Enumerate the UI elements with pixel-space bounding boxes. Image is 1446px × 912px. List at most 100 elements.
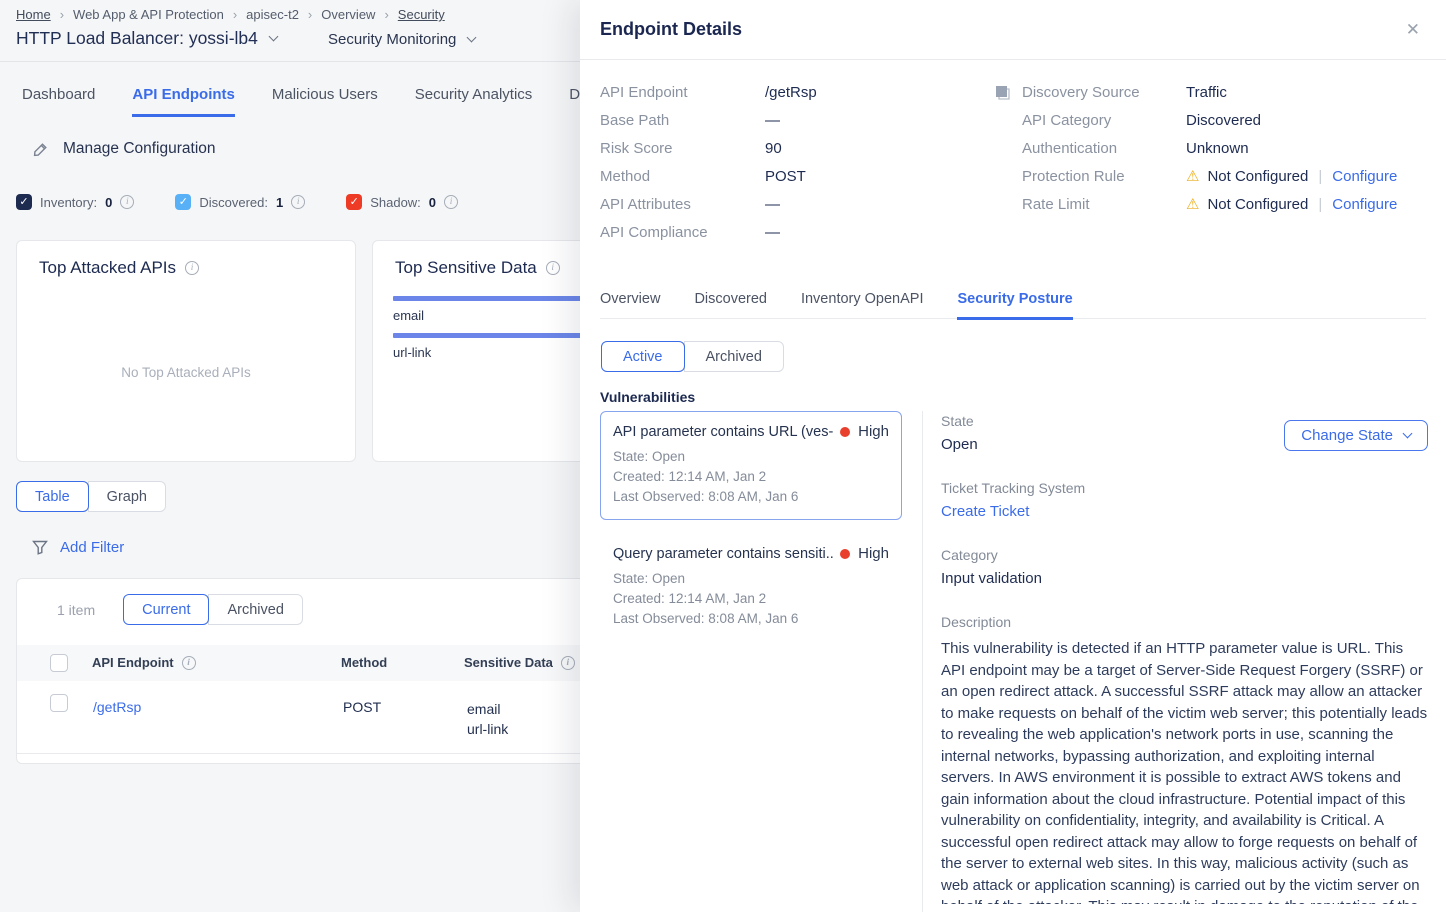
select-all-checkbox[interactable] xyxy=(50,654,68,672)
vulnerabilities-heading: Vulnerabilities xyxy=(600,389,695,405)
detail-row-api-category: API Category Discovered xyxy=(1022,106,1426,134)
inventory-checkbox[interactable]: ✓ xyxy=(16,194,32,210)
panel-tab-overview[interactable]: Overview xyxy=(600,291,660,318)
detail-row-rate-limit: Rate Limit ⚠ Not Configured | Configure xyxy=(1022,190,1426,218)
vulnerability-title: Query parameter contains sensiti... xyxy=(613,546,834,562)
warning-icon: ⚠ xyxy=(1186,167,1199,185)
top-sensitive-data-title-text: Top Sensitive Data xyxy=(395,258,537,278)
top-attacked-empty-text: No Top Attacked APIs xyxy=(17,365,355,380)
configure-protection-rule-link[interactable]: Configure xyxy=(1332,168,1397,185)
info-icon[interactable]: i xyxy=(291,195,305,209)
severity-label: High xyxy=(858,423,889,440)
legend-discovered-count: 1 xyxy=(276,195,283,210)
description-label: Description xyxy=(941,614,1428,630)
method-cell: POST xyxy=(343,699,381,715)
high-severity-dot xyxy=(840,549,850,559)
breadcrumb-waap[interactable]: Web App & API Protection xyxy=(73,7,224,22)
severity-label: High xyxy=(858,545,889,562)
manage-configuration-button[interactable]: Manage Configuration xyxy=(32,140,216,158)
breadcrumb-home[interactable]: Home xyxy=(16,7,51,22)
main-nav-tabs: Dashboard API Endpoints Malicious Users … xyxy=(22,86,609,117)
category-section: Category Input validation xyxy=(941,547,1428,587)
top-sensitive-data-title: Top Sensitive Data i xyxy=(395,258,560,278)
endpoint-link[interactable]: /getRsp xyxy=(93,699,141,715)
breadcrumb-overview[interactable]: Overview xyxy=(321,7,375,22)
toggle-archived-posture[interactable]: Archived xyxy=(684,341,784,372)
legend-inventory-label: Inventory: xyxy=(40,195,97,210)
info-icon[interactable]: i xyxy=(444,195,458,209)
breadcrumb-separator: › xyxy=(60,7,64,22)
details-right-column: Discovery Source Traffic API Category Di… xyxy=(1022,78,1426,218)
chevron-down-icon xyxy=(467,33,477,43)
vulnerability-card[interactable]: Query parameter contains sensiti... High… xyxy=(600,533,902,642)
column-api-endpoint: API Endpointi xyxy=(92,655,196,670)
page-title-row: HTTP Load Balancer: yossi-lb4 xyxy=(16,28,277,49)
divider: | xyxy=(1318,196,1322,213)
panel-tab-security-posture[interactable]: Security Posture xyxy=(957,291,1072,320)
high-severity-dot xyxy=(840,427,850,437)
column-method: Method xyxy=(341,655,387,670)
close-icon[interactable]: ✕ xyxy=(1406,21,1420,38)
discovered-checkbox[interactable]: ✓ xyxy=(175,194,191,210)
breadcrumb-separator: › xyxy=(384,7,388,22)
detail-row-api-compliance: API Compliance — xyxy=(600,218,1012,246)
detail-row-authentication: Authentication Unknown xyxy=(1022,134,1426,162)
shadow-checkbox[interactable]: ✓ xyxy=(346,194,362,210)
info-icon[interactable]: i xyxy=(546,261,560,275)
manage-configuration-label: Manage Configuration xyxy=(63,140,216,158)
panel-header: Endpoint Details ✕ xyxy=(580,0,1446,60)
detail-row-discovery-source: Discovery Source Traffic xyxy=(1022,78,1426,106)
divider: | xyxy=(1318,168,1322,185)
panel-tab-inventory-openapi[interactable]: Inventory OpenAPI xyxy=(801,291,924,318)
pencil-icon xyxy=(32,141,49,158)
change-state-label: Change State xyxy=(1301,427,1393,444)
panel-title: Endpoint Details xyxy=(600,19,742,40)
view-toggle-table[interactable]: Table xyxy=(16,481,89,512)
tab-api-endpoints[interactable]: API Endpoints xyxy=(132,86,235,117)
toggle-archived[interactable]: Archived xyxy=(208,594,302,625)
configure-rate-limit-link[interactable]: Configure xyxy=(1332,196,1397,213)
sensitive-data-cell: email url-link xyxy=(467,699,508,739)
detail-row-api-endpoint: API Endpoint /getRsp xyxy=(600,78,1012,106)
description-section: Description This vulnerability is detect… xyxy=(941,614,1428,904)
tab-malicious-users[interactable]: Malicious Users xyxy=(272,86,378,117)
detail-row-method: Method POST xyxy=(600,162,1012,190)
add-filter-button[interactable]: Add Filter xyxy=(32,539,124,556)
ticket-tracking-label: Ticket Tracking System xyxy=(941,480,1428,496)
add-filter-label: Add Filter xyxy=(60,539,124,556)
change-state-button[interactable]: Change State xyxy=(1284,420,1428,451)
tab-security-analytics[interactable]: Security Analytics xyxy=(415,86,533,117)
view-toggle-graph[interactable]: Graph xyxy=(88,481,166,512)
details-left-column: API Endpoint /getRsp Base Path — Risk Sc… xyxy=(600,78,1012,246)
vulnerability-detail: State Open Change State Ticket Tracking … xyxy=(941,413,1428,904)
warning-icon: ⚠ xyxy=(1186,195,1199,213)
current-archived-toggle: Current Archived xyxy=(123,594,303,625)
detail-row-protection-rule: Protection Rule ⚠ Not Configured | Confi… xyxy=(1022,162,1426,190)
panel-tabs: Overview Discovered Inventory OpenAPI Se… xyxy=(600,291,1426,319)
info-icon[interactable]: i xyxy=(185,261,199,275)
item-count: 1 item xyxy=(57,602,95,618)
info-icon[interactable]: i xyxy=(561,656,575,670)
detail-row-api-attributes: API Attributes — xyxy=(600,190,1012,218)
breadcrumb-security[interactable]: Security xyxy=(398,7,445,22)
table-toolbar: 1 item Current Archived xyxy=(57,594,303,625)
vulnerability-card-selected[interactable]: API parameter contains URL (ves-... High… xyxy=(600,411,902,520)
toggle-current[interactable]: Current xyxy=(123,594,209,625)
vulnerability-list: API parameter contains URL (ves-... High… xyxy=(600,411,902,655)
copy-icon[interactable] xyxy=(993,83,1012,102)
top-attacked-apis-title: Top Attacked APIs i xyxy=(39,258,199,278)
toggle-active[interactable]: Active xyxy=(601,341,685,372)
legend-shadow-count: 0 xyxy=(429,195,436,210)
active-archived-toggle: Active Archived xyxy=(601,341,784,372)
vulnerability-title: API parameter contains URL (ves-... xyxy=(613,424,834,440)
monitoring-selector[interactable]: Security Monitoring xyxy=(328,31,475,48)
chevron-down-icon[interactable] xyxy=(268,32,278,42)
top-attacked-apis-title-text: Top Attacked APIs xyxy=(39,258,176,278)
create-ticket-link[interactable]: Create Ticket xyxy=(941,503,1428,520)
info-icon[interactable]: i xyxy=(120,195,134,209)
endpoint-type-legend: ✓ Inventory: 0 i ✓ Discovered: 1 i ✓ Sha… xyxy=(16,194,458,210)
panel-tab-discovered[interactable]: Discovered xyxy=(694,291,767,318)
breadcrumb-namespace[interactable]: apisec-t2 xyxy=(246,7,299,22)
info-icon[interactable]: i xyxy=(182,656,196,670)
tab-dashboard[interactable]: Dashboard xyxy=(22,86,95,117)
